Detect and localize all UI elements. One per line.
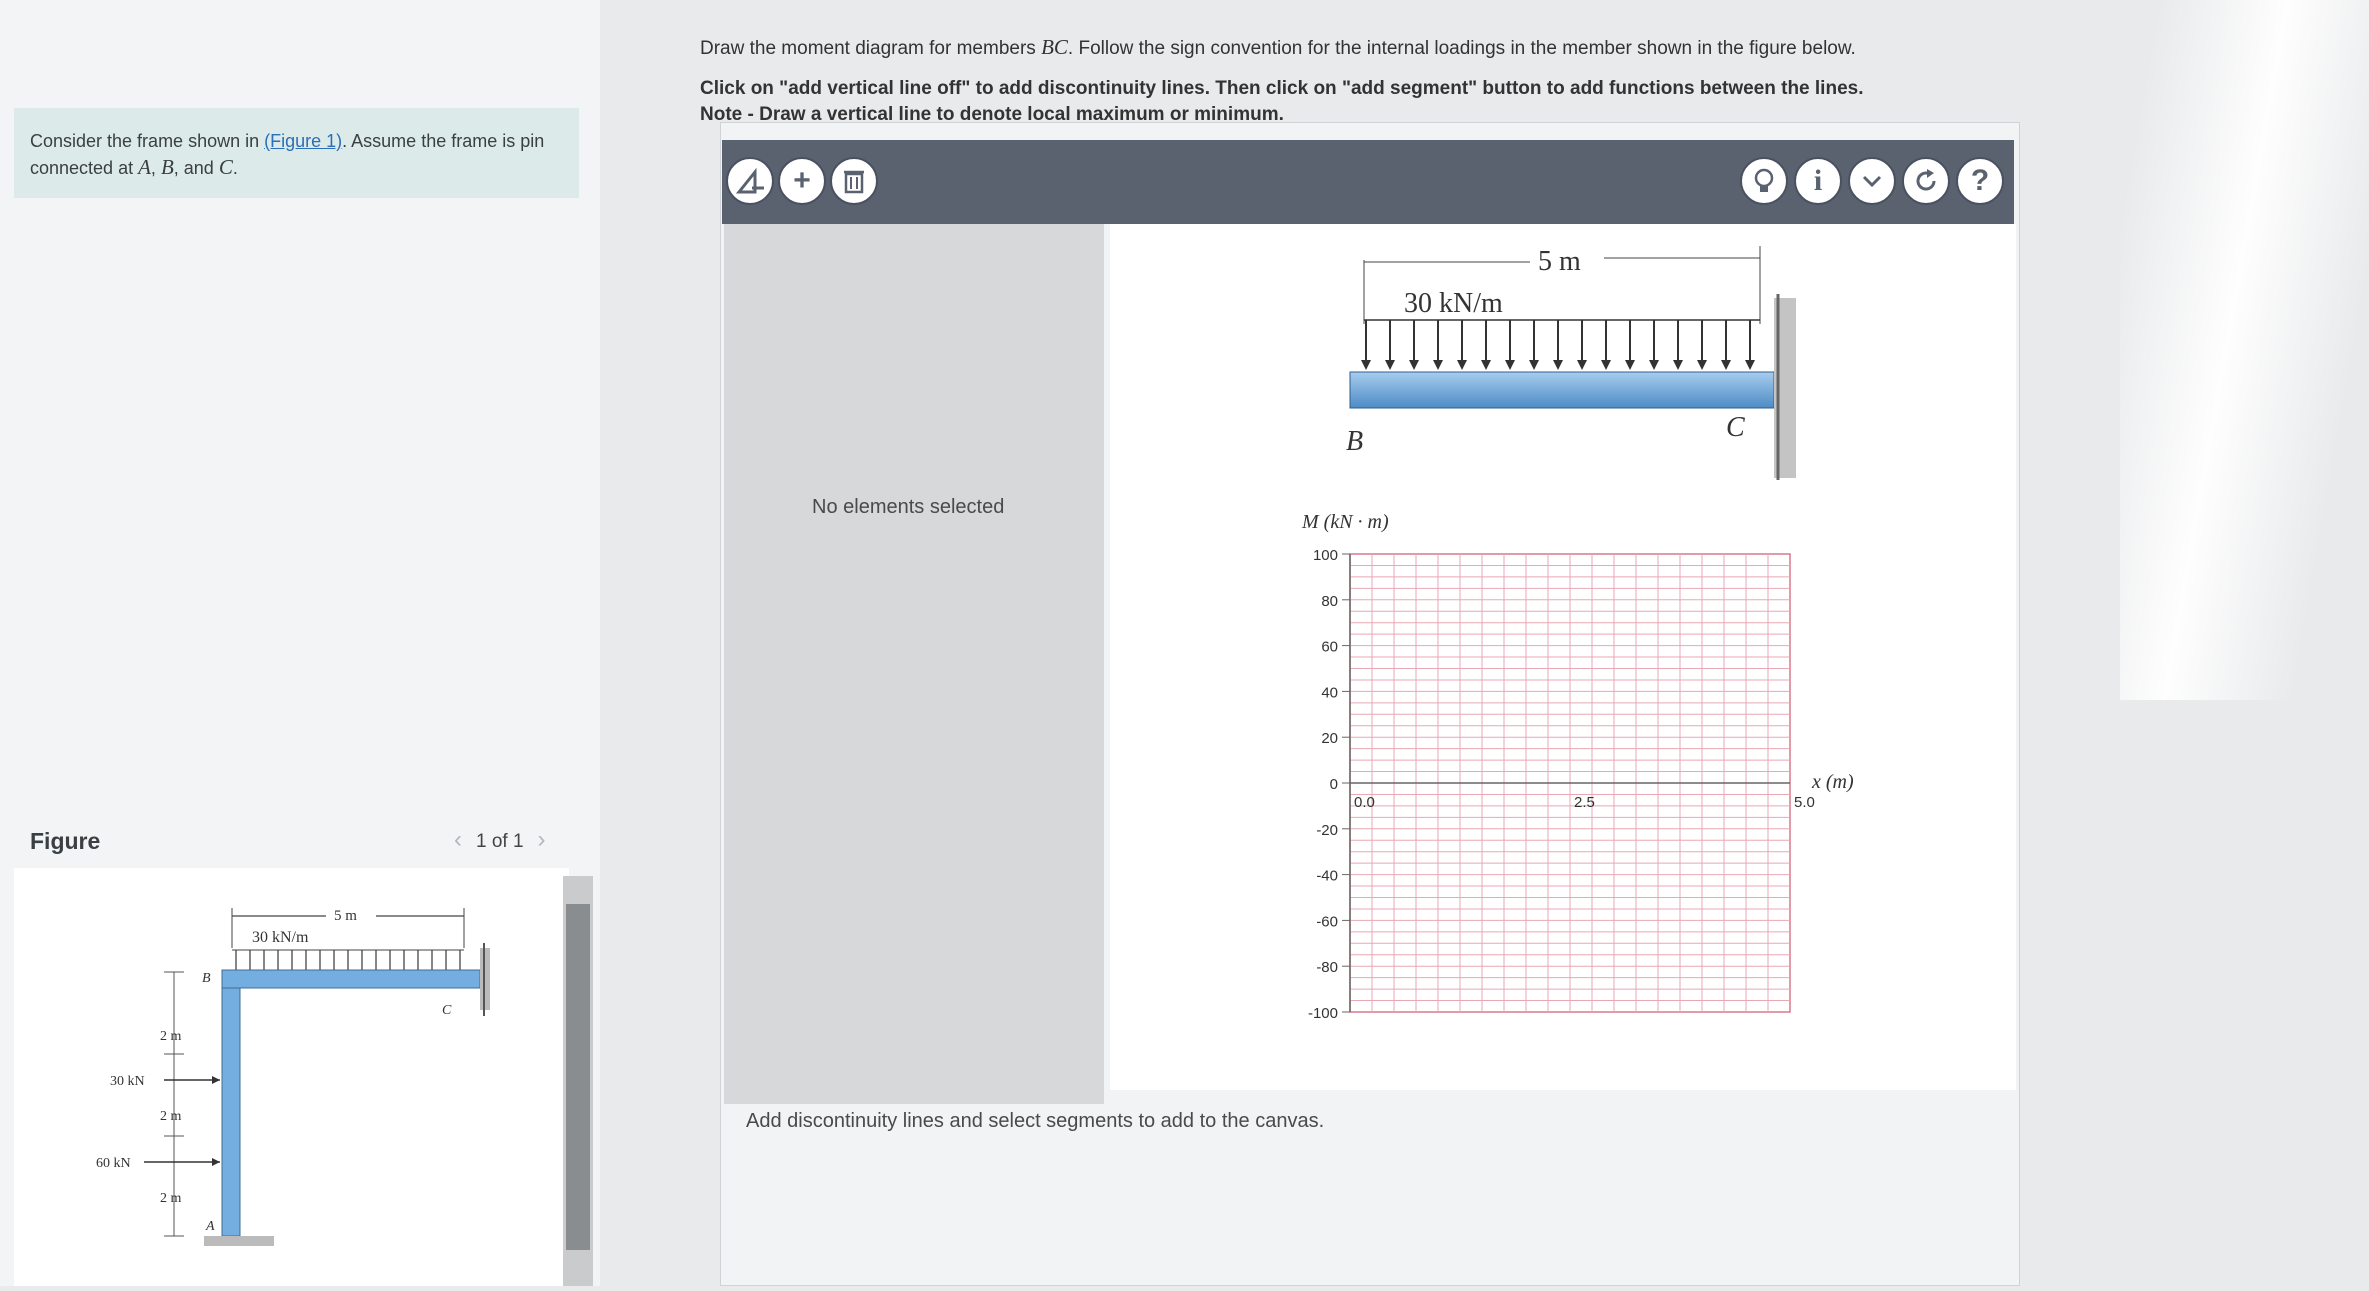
y-axis-label: M (kN · m) [1301, 511, 1389, 533]
delete-button[interactable] [830, 157, 878, 205]
dim-top-label: 5 m [334, 908, 357, 924]
span-label: 5 m [1538, 246, 1581, 277]
point-b: B [202, 971, 211, 986]
y-tick-label: -60 [1316, 913, 1338, 930]
y-tick-label: 40 [1321, 684, 1338, 701]
vertical-line-icon [735, 167, 764, 194]
hint-button[interactable] [1740, 157, 1788, 205]
figure-scrollbar[interactable] [563, 876, 593, 1286]
beam-bc [1349, 371, 1775, 409]
x-tick-label: 5.0 [1794, 794, 1815, 811]
force1-head [212, 1076, 220, 1084]
reset-icon [1916, 169, 1936, 191]
chevron-down-icon [1862, 175, 1882, 188]
beam-point-b: B [1346, 426, 1363, 457]
next-figure-button[interactable]: › [524, 826, 560, 853]
y-tick-label: -40 [1316, 868, 1338, 885]
member-label: BC [1041, 35, 1068, 59]
member-bc [221, 969, 481, 989]
info-icon: i [1813, 164, 1823, 197]
x-tick-label: 2.5 [1574, 794, 1595, 811]
properties-panel [724, 224, 1104, 1104]
seg3-label: 2 m [160, 1191, 182, 1206]
x-axis-label: x (m) [1811, 771, 1854, 793]
drawing-canvas[interactable]: 5 m 30 kN/m B C M (kN · m) x (m) 100 80 60… [1110, 224, 2016, 1090]
member-ab [221, 987, 241, 1237]
point-a-label: A [138, 155, 151, 179]
selection-status: No elements selected [812, 496, 1005, 518]
x-tick-label: 0.0 [1354, 794, 1375, 811]
figure-link[interactable]: (Figure 1) [264, 131, 342, 151]
y-tick-label: -100 [1308, 1005, 1338, 1022]
force2-head [212, 1158, 220, 1166]
force1-label: 30 kN [110, 1074, 145, 1089]
figure-heading: Figure [30, 828, 101, 854]
add-vertical-line-button[interactable] [726, 157, 774, 205]
reset-button[interactable] [1902, 157, 1950, 205]
chart-grid [1349, 553, 1791, 1013]
beam-point-c: C [1726, 412, 1745, 443]
beam-load-heads [1361, 360, 1755, 370]
scrollbar-thumb[interactable] [566, 904, 590, 1250]
y-tick-label: 20 [1321, 730, 1338, 747]
instr-line1-pre: Draw the moment diagram for members [700, 38, 1042, 59]
sentence-end: . [232, 158, 238, 178]
point-b-label: B [160, 155, 174, 179]
separator: , and [173, 158, 219, 178]
y-tick-labels: 100 80 60 40 20 0 -20 -40 -60 -80 -100 [1308, 547, 1350, 1022]
beam-load-label: 30 kN/m [1404, 288, 1503, 319]
seg2-label: 2 m [160, 1109, 182, 1124]
lightbulb-icon [1754, 168, 1774, 192]
beam-load-arrows [1365, 320, 1751, 366]
problem-text-before: Consider the frame shown in [30, 131, 265, 151]
info-button[interactable]: i [1794, 157, 1842, 205]
y-tick-label: 100 [1313, 547, 1338, 564]
separator: , [150, 158, 161, 178]
ground-a [204, 1236, 274, 1246]
point-c-label: C [218, 155, 233, 179]
dropdown-button[interactable] [1848, 157, 1896, 205]
force2-label: 60 kN [96, 1156, 131, 1171]
prev-figure-button[interactable]: ‹ [440, 826, 476, 853]
screen-glare [2120, 0, 2369, 700]
y-tick-label: -80 [1316, 959, 1338, 976]
pager-text: 1 of 1 [476, 831, 524, 852]
figure-pager: ‹ 1 of 1 › [440, 826, 560, 854]
help-icon: ? [1970, 164, 1990, 197]
y-tick-label: 0 [1330, 776, 1338, 793]
trash-icon [844, 170, 864, 194]
problem-statement: Consider the frame shown in (Figure 1). … [14, 108, 579, 198]
beam-figure: 5 m 30 kN/m B C [1346, 246, 1796, 480]
help-button[interactable]: ? [1956, 157, 2004, 205]
instr-line2: Click on "add vertical line off" to add … [700, 78, 1864, 99]
load-arrows [235, 950, 461, 970]
frame-figure: 5 m 30 kN/m B C A 2 m 2 m 2 m 30 kN 60 k… [96, 904, 490, 1246]
y-tick-label: -20 [1316, 822, 1338, 839]
toolbar: + i ? [722, 140, 2014, 224]
moment-chart[interactable]: M (kN · m) x (m) 100 80 60 40 20 0 -20 -40 -60 -8… [1110, 484, 2016, 1084]
seg1-label: 2 m [160, 1029, 182, 1044]
add-segment-button[interactable]: + [778, 157, 826, 205]
figure-panel: 5 m 30 kN/m B C A 2 m 2 m 2 m 30 kN 60 k… [14, 868, 569, 1286]
y-tick-label: 80 [1321, 593, 1338, 610]
footer-note: Add discontinuity lines and select segme… [746, 1110, 1325, 1132]
instr-line1-post: . Follow the sign convention for the int… [1067, 38, 1856, 59]
plus-icon: + [793, 164, 811, 197]
y-tick-label: 60 [1321, 639, 1338, 656]
point-a: A [205, 1219, 215, 1234]
load-label: 30 kN/m [252, 929, 309, 946]
point-c: C [442, 1003, 452, 1018]
